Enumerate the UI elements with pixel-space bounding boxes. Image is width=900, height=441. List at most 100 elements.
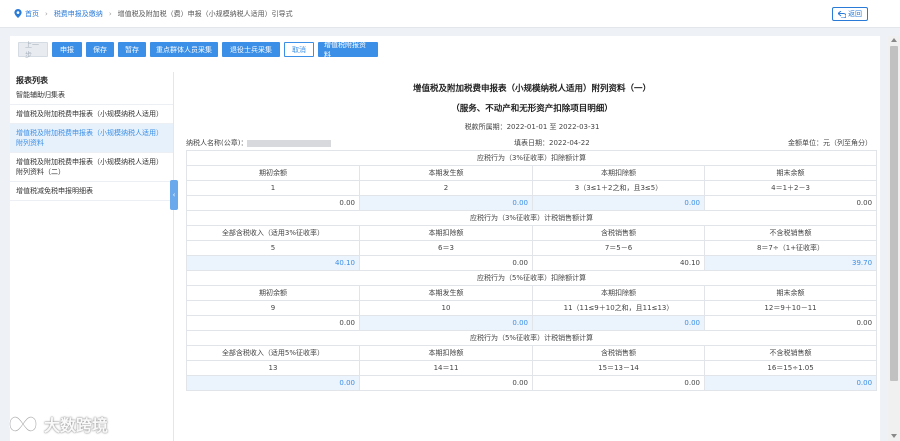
cancel-button[interactable]: 取消 [284, 42, 314, 57]
report-list-sidebar: 报表列表 智能辅助归集表 增值税及附加税费申报表（小规模纳税人适用） 增值税及附… [10, 72, 174, 441]
temp-save-button[interactable]: 暂存 [118, 42, 146, 57]
breadcrumb-current: 增值税及附加税（费）申报（小规模纳税人适用）引导式 [117, 9, 293, 18]
section-title: 应税行为（5%征收率）计税销售额计算 [185, 330, 878, 346]
sidebar-title: 报表列表 [16, 76, 48, 85]
value-input[interactable]: 0.00 [186, 375, 360, 391]
watermark-text: 大数跨境 [44, 416, 109, 435]
deduction-table: 应税行为（3%征收率）扣除额计算 期初余额 本期发生额 本期扣除额 期末余额 1… [185, 150, 878, 391]
column-header: 含税销售额 [532, 345, 705, 361]
value-input[interactable]: 0.00 [532, 315, 705, 331]
breadcrumb-separator: › [108, 9, 112, 18]
veteran-collect-button[interactable]: 退役士兵采集 [222, 42, 280, 57]
fill-date-value: 2022-04-22 [549, 139, 590, 147]
vat-attachment-button[interactable]: 增值税附报资料 [318, 41, 378, 59]
fill-date-label: 填表日期： [514, 139, 549, 147]
sidebar-item-exemption-detail[interactable]: 增值税减免税申报明细表 [10, 182, 173, 201]
section-title: 应税行为（3%征收率）扣除额计算 [185, 150, 878, 166]
column-header: 不含税销售额 [703, 345, 878, 361]
scroll-down-arrow-icon[interactable] [891, 434, 897, 438]
formula-cell: 5 [186, 240, 360, 256]
value-cell: 0.00 [532, 375, 705, 391]
taxpayer-name-label: 纳税人名称(公章)： [186, 139, 248, 147]
formula-cell: 3（3≤1＋2之和，且3≤5） [532, 180, 705, 196]
column-header: 期末余额 [703, 285, 878, 301]
formula-cell: 15＝13－14 [532, 360, 705, 376]
sidebar-collapse-handle[interactable]: ‹ [170, 180, 178, 210]
formula-cell: 1 [186, 180, 360, 196]
value-input[interactable]: 0.00 [703, 375, 878, 391]
column-header: 本期发生额 [359, 165, 533, 181]
return-arrow-icon [838, 10, 846, 18]
column-header: 不含税销售额 [703, 225, 878, 241]
formula-cell: 4＝1＋2－3 [703, 180, 878, 196]
column-header: 含税销售额 [532, 225, 705, 241]
value-cell: 0.00 [703, 195, 878, 211]
back-button-label: 返回 [848, 10, 862, 18]
column-header: 全部含税收入（适用5%征收率） [186, 345, 360, 361]
formula-cell: 13 [186, 360, 360, 376]
value-cell: 0.00 [359, 255, 533, 271]
save-button[interactable]: 保存 [86, 42, 114, 57]
scroll-up-arrow-icon[interactable] [891, 38, 897, 42]
form-main: 增值税及附加税费申报表（小规模纳税人适用）附列资料（一） （服务、不动产和无形资… [184, 72, 880, 441]
tax-period-value: 2022-01-01 至 2022-03-31 [506, 123, 600, 131]
sidebar-item-attachment-2[interactable]: 增值税及附加税费申报表（小规模纳税人适用）附列资料（二） [10, 153, 173, 182]
tax-period: 税款所属期：2022-01-01 至 2022-03-31 [184, 122, 880, 132]
column-header: 期末余额 [703, 165, 878, 181]
breadcrumb-home[interactable]: 首页 [25, 9, 39, 19]
formula-cell: 9 [186, 300, 360, 316]
value-input[interactable]: 0.00 [359, 315, 533, 331]
value-cell[interactable]: 0.00 [186, 315, 360, 331]
formula-cell: 11（11≤9＋10之和，且11≤13） [532, 300, 705, 316]
redacted-name [247, 139, 332, 147]
section-title: 应税行为（5%征收率）扣除额计算 [185, 270, 878, 286]
column-header: 本期扣除额 [532, 285, 705, 301]
value-input[interactable]: 0.00 [359, 195, 533, 211]
column-header: 期初余额 [186, 285, 360, 301]
formula-cell: 16＝15÷1.05 [703, 360, 878, 376]
formula-cell: 2 [359, 180, 533, 196]
value-input[interactable]: 40.10 [186, 255, 360, 271]
formula-cell: 8＝7÷（1+征收率） [703, 240, 878, 256]
column-header: 本期扣除额 [359, 225, 533, 241]
back-button[interactable]: 返回 [832, 7, 868, 21]
watermark: 大数跨境 [6, 412, 108, 436]
scrollbar-thumb[interactable] [890, 46, 898, 381]
toolbar: 上一步 申报 保存 暂存 重点群体人员采集 退役士兵采集 取消 增值税附报资料 [18, 41, 378, 59]
breadcrumb-separator: › [45, 9, 48, 18]
location-pin-icon [14, 9, 22, 18]
page-scrollbar[interactable] [888, 36, 900, 441]
watermark-logo-icon [8, 416, 38, 432]
value-cell[interactable]: 0.00 [186, 195, 360, 211]
prev-step-button[interactable]: 上一步 [18, 41, 48, 59]
column-header: 本期扣除额 [359, 345, 533, 361]
value-cell: 0.00 [703, 315, 878, 331]
breadcrumb-tax-declare[interactable]: 税费申报及缴纳 [54, 9, 103, 19]
sidebar-item-attachment-1[interactable]: 增值税及附加税费申报表（小规模纳税人适用）附列资料 [10, 124, 173, 153]
sidebar-item-main-return[interactable]: 增值税及附加税费申报表（小规模纳税人适用） [10, 105, 173, 124]
value-cell: 40.10 [532, 255, 705, 271]
taxpayer-name: 纳税人名称(公章)： [186, 138, 332, 148]
form-title: 增值税及附加税费申报表（小规模纳税人适用）附列资料（一） [412, 84, 651, 94]
value-input[interactable]: 0.00 [532, 195, 705, 211]
value-cell: 0.00 [359, 375, 533, 391]
key-group-collect-button[interactable]: 重点群体人员采集 [150, 42, 218, 57]
formula-cell: 14＝11 [359, 360, 533, 376]
form-meta: 纳税人名称(公章)： 填表日期：2022-04-22 金额单位：元（列至角分） [184, 138, 880, 150]
content-panel: 上一步 申报 保存 暂存 重点群体人员采集 退役士兵采集 取消 增值税附报资料 … [10, 36, 880, 441]
section-title: 应税行为（3%征收率）计税销售额计算 [185, 210, 878, 226]
formula-cell: 6＝3 [359, 240, 533, 256]
fill-date: 填表日期：2022-04-22 [514, 138, 590, 148]
chevron-left-icon: ‹ [172, 191, 176, 199]
value-input[interactable]: 39.70 [703, 255, 878, 271]
breadcrumb: 首页 › 税费申报及缴纳 › 增值税及附加税（费）申报（小规模纳税人适用）引导式 [0, 0, 900, 28]
tax-period-label: 税款所属期： [464, 123, 507, 131]
formula-cell: 10 [359, 300, 533, 316]
column-header: 本期发生额 [359, 285, 533, 301]
column-header: 本期扣除额 [532, 165, 705, 181]
formula-cell: 12＝9＋10－11 [703, 300, 878, 316]
column-header: 全部含税收入（适用3%征收率） [186, 225, 360, 241]
sidebar-item-smart-summary[interactable]: 智能辅助归集表 [10, 86, 173, 105]
form-subtitle: （服务、不动产和无形资产扣除项目明细） [451, 104, 613, 114]
declare-button[interactable]: 申报 [52, 42, 82, 57]
